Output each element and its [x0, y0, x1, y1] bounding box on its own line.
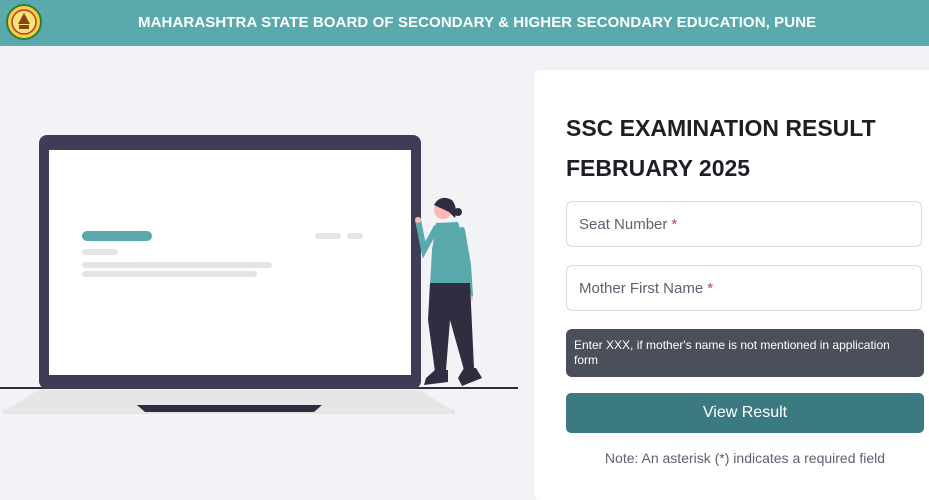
required-marker: * [707, 279, 714, 297]
page-title: SSC EXAMINATION RESULT FEBRUARY 2025 [566, 108, 916, 188]
site-header: MAHARASHTRA STATE BOARD OF SECONDARY & H… [0, 0, 929, 46]
mother-first-name-input[interactable]: Mother First Name * [566, 265, 922, 311]
title-line-1: SSC EXAMINATION RESULT [566, 115, 876, 141]
board-name: MAHARASHTRA STATE BOARD OF SECONDARY & H… [138, 14, 817, 31]
laptop-illustration [0, 135, 518, 414]
seat-number-placeholder: Seat Number [579, 215, 668, 233]
required-field-note: Note: An asterisk (*) indicates a requir… [604, 450, 886, 466]
board-emblem-icon [6, 4, 42, 40]
title-line-2: FEBRUARY 2025 [566, 155, 751, 181]
mother-name-hint: Enter XXX, if mother's name is not menti… [566, 329, 924, 377]
view-result-button[interactable]: View Result [566, 393, 924, 433]
seat-number-input[interactable]: Seat Number * [566, 201, 922, 247]
mother-name-placeholder: Mother First Name [579, 279, 704, 297]
required-marker: * [671, 215, 678, 233]
